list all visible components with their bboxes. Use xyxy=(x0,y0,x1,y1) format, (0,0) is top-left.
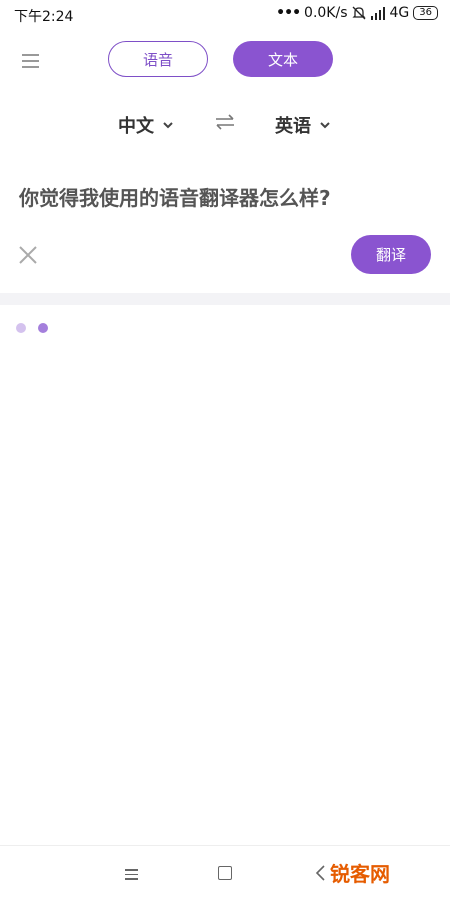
section-divider xyxy=(0,293,450,305)
tab-text[interactable]: 文本 xyxy=(233,41,333,77)
input-text[interactable]: 你觉得我使用的语音翻译器怎么样? xyxy=(19,182,331,211)
signal-icon xyxy=(370,7,385,20)
target-language-label: 英语 xyxy=(275,116,311,137)
loading-indicator xyxy=(16,323,48,333)
status-bar: 下午2:24 ••• 0.0K/s 4G 36 xyxy=(0,0,450,30)
loading-dot xyxy=(16,323,26,333)
more-dots-icon: ••• xyxy=(276,5,301,21)
status-time: 下午2:24 xyxy=(14,9,74,25)
network-type: 4G xyxy=(389,5,410,21)
target-language-selector[interactable]: 英语 xyxy=(275,112,331,138)
source-language-label: 中文 xyxy=(118,116,154,137)
swap-languages-icon[interactable] xyxy=(214,111,236,133)
loading-dot xyxy=(38,323,48,333)
recent-apps-icon[interactable] xyxy=(125,866,139,880)
system-nav-bar: 锐客网 xyxy=(0,845,450,901)
back-icon[interactable] xyxy=(314,864,328,882)
translate-button[interactable]: 翻译 xyxy=(351,235,431,274)
home-icon[interactable] xyxy=(218,866,232,880)
chevron-down-icon xyxy=(320,122,330,129)
chevron-down-icon xyxy=(163,122,173,129)
watermark-logo: 锐客网 xyxy=(330,862,390,886)
battery-icon: 36 xyxy=(413,6,438,20)
tab-voice[interactable]: 语音 xyxy=(108,41,208,77)
status-indicators: ••• 0.0K/s 4G 36 xyxy=(276,5,438,21)
close-icon[interactable] xyxy=(17,244,39,266)
menu-icon[interactable] xyxy=(22,50,44,70)
mute-bell-icon xyxy=(351,6,366,20)
network-speed: 0.0K/s xyxy=(304,5,348,21)
source-language-selector[interactable]: 中文 xyxy=(118,112,174,138)
